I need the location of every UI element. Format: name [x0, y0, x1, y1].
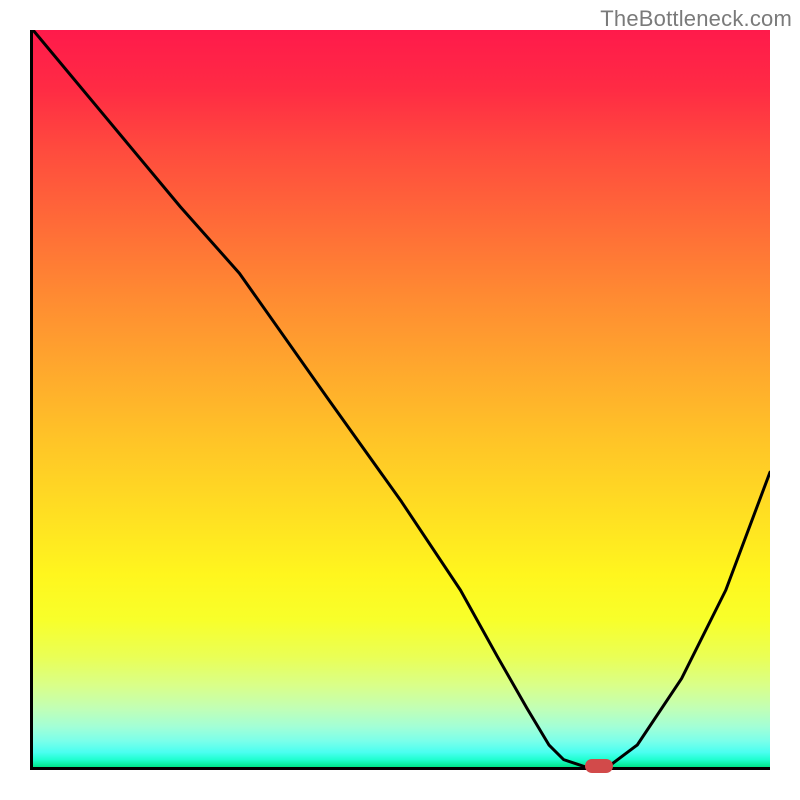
- optimum-marker: [585, 759, 613, 773]
- plot-area: [30, 30, 770, 770]
- bottleneck-curve: [33, 30, 770, 767]
- chart-container: TheBottleneck.com: [0, 0, 800, 800]
- watermark-text: TheBottleneck.com: [600, 6, 792, 32]
